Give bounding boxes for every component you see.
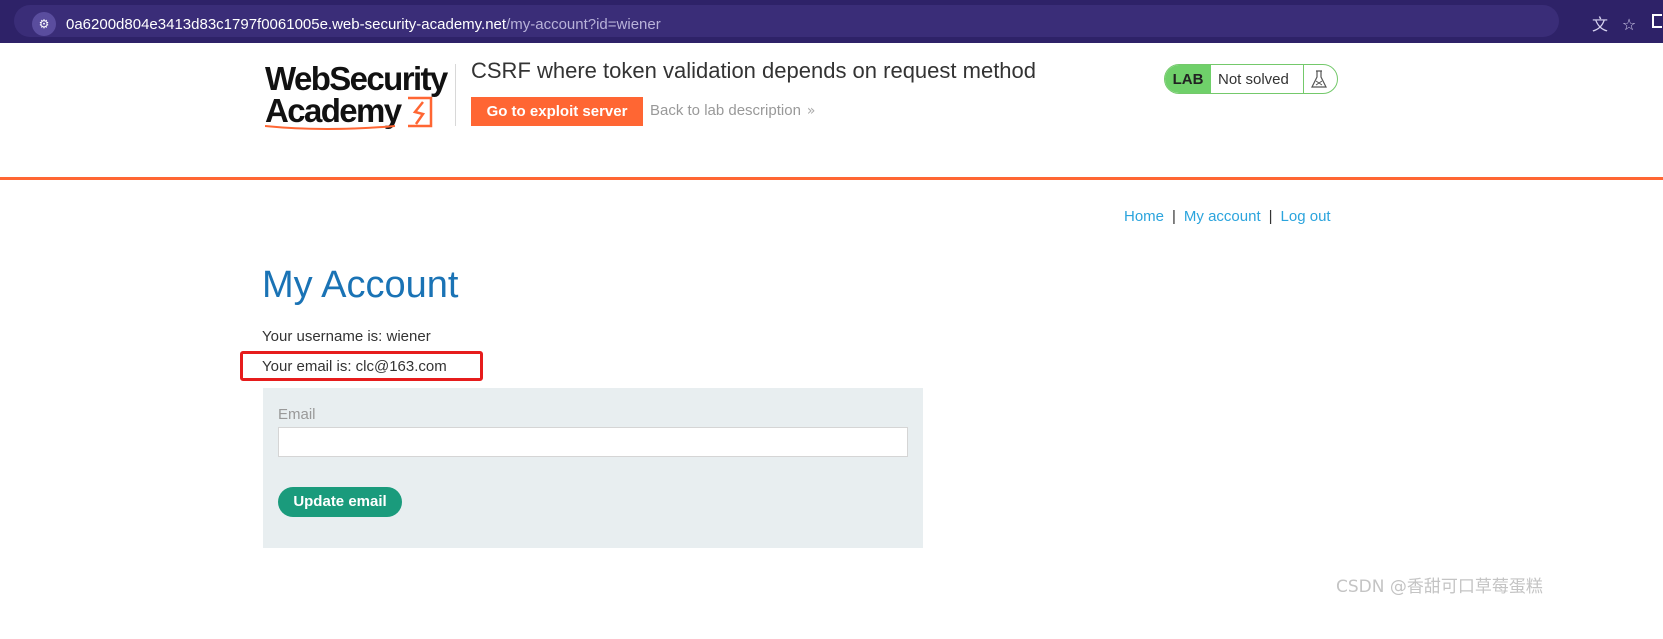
- nav-my-account-link[interactable]: My account: [1184, 208, 1261, 225]
- lab-title: CSRF where token validation depends on r…: [471, 58, 1037, 83]
- csdn-watermark: CSDN @香甜可口草莓蛋糕: [1336, 577, 1543, 597]
- username-text: Your username is: wiener: [262, 328, 431, 345]
- flask-icon: [1311, 70, 1327, 88]
- lab-status-text: Not solved: [1218, 71, 1289, 88]
- page-title: My Account: [262, 264, 459, 306]
- url-host: 0a6200d804e3413d83c1797f0061005e.web-sec…: [66, 16, 507, 33]
- site-info-icon[interactable]: ⚙: [32, 12, 56, 36]
- url-field[interactable]: ⚙ 0a6200d804e3413d83c1797f0061005e.web-s…: [14, 5, 1636, 37]
- back-link-label: Back to lab description: [650, 102, 801, 119]
- email-input[interactable]: [278, 427, 908, 457]
- back-to-lab-description-link[interactable]: Back to lab description »: [650, 102, 816, 119]
- bookmark-star-icon[interactable]: ☆: [1618, 14, 1640, 36]
- nav-log-out-link[interactable]: Log out: [1281, 208, 1331, 225]
- email-highlight-annotation: [240, 351, 483, 381]
- go-to-exploit-server-button[interactable]: Go to exploit server: [471, 97, 643, 126]
- sidebar-toggle-icon[interactable]: [1652, 14, 1662, 28]
- url-path: /my-account?id=wiener: [506, 16, 661, 33]
- email-label: Email: [278, 406, 316, 423]
- translate-icon[interactable]: 文: [1589, 14, 1611, 36]
- header-orange-rule: [0, 177, 1663, 180]
- logo-bolt-icon: [265, 96, 433, 130]
- nav-separator: |: [1172, 208, 1176, 225]
- web-security-academy-logo[interactable]: WebSecurity Academy: [265, 62, 455, 132]
- top-navigation: Home | My account | Log out: [1124, 208, 1331, 225]
- browser-address-bar: ⚙ 0a6200d804e3413d83c1797f0061005e.web-s…: [0, 0, 1663, 43]
- nav-home-link[interactable]: Home: [1124, 208, 1164, 225]
- double-chevron-right-icon: »: [806, 103, 816, 119]
- change-email-form: Email Update email: [263, 388, 923, 548]
- nav-separator: |: [1268, 208, 1273, 225]
- header-divider: [455, 64, 456, 126]
- status-separator: [1303, 65, 1304, 93]
- lab-status-widget: LAB Not solved: [1164, 64, 1338, 94]
- lab-badge: LAB: [1165, 65, 1211, 93]
- update-email-button[interactable]: Update email: [278, 487, 402, 517]
- url-text[interactable]: 0a6200d804e3413d83c1797f0061005e.web-sec…: [66, 16, 661, 33]
